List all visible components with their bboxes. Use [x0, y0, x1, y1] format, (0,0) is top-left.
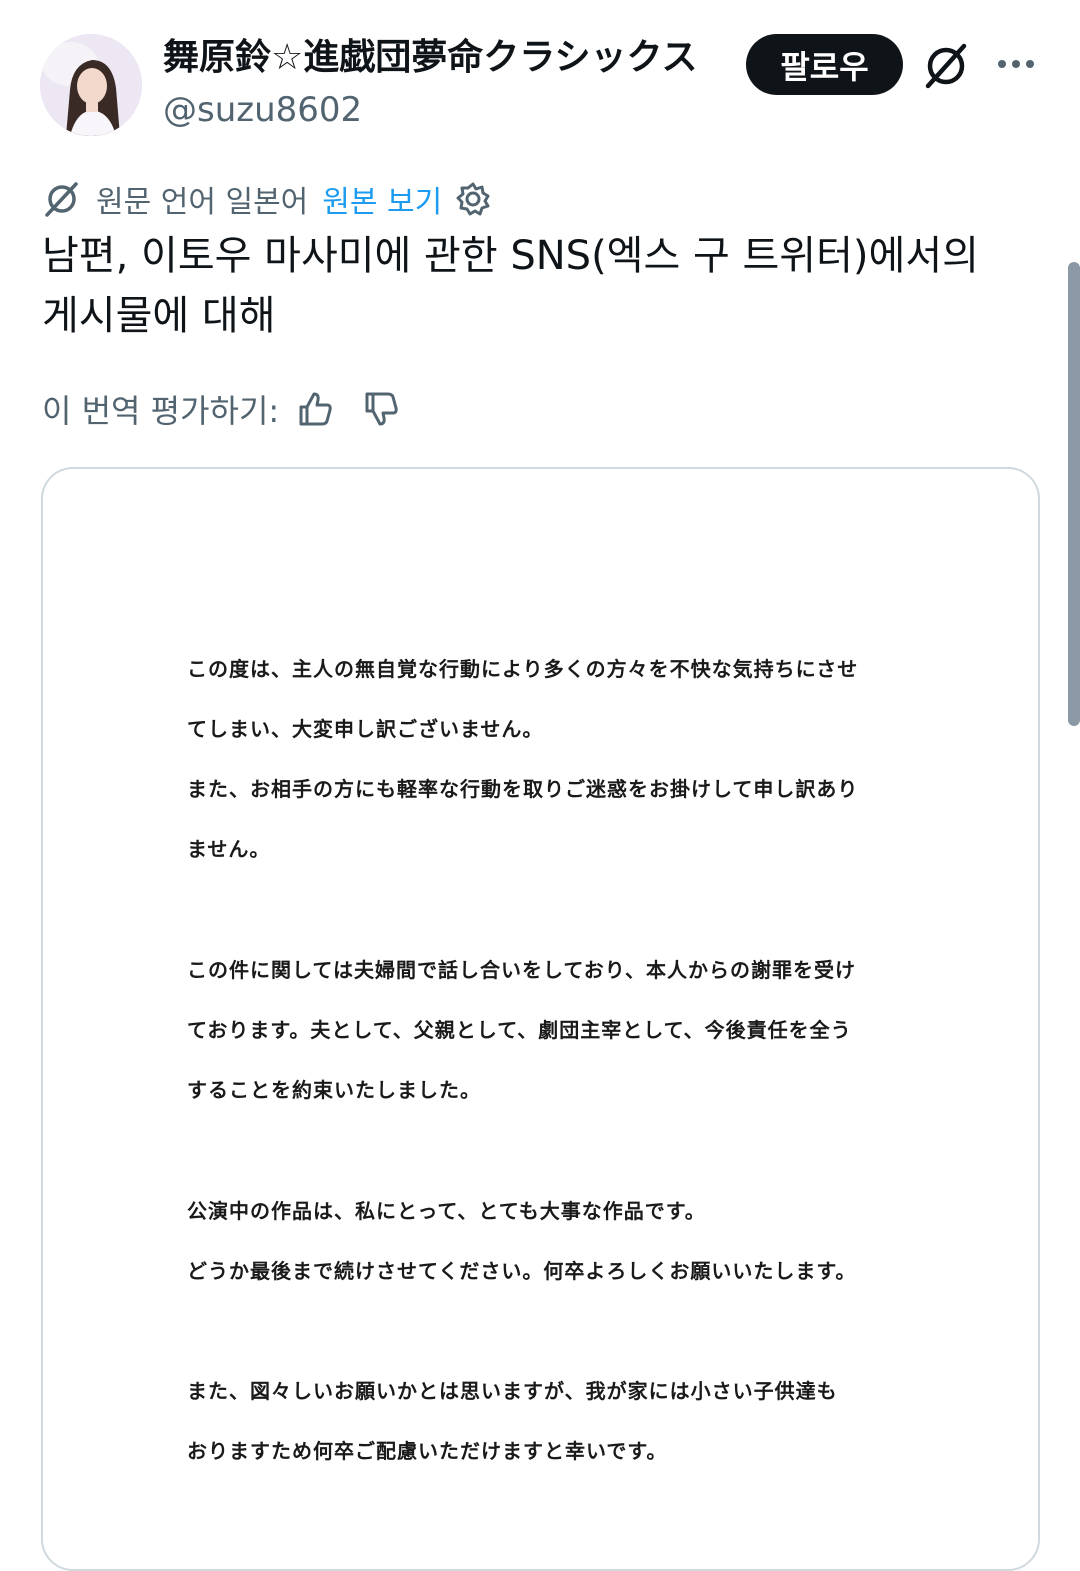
thumbs-down-icon[interactable]	[361, 389, 401, 429]
translation-bar: 원문 언어 일본어 원본 보기	[42, 174, 492, 224]
document-line: ております。夫として、父親として、劇団主宰として、今後責任を全う	[187, 1018, 852, 1042]
document-line: 公演中の作品は、私にとって、とても大事な作品です。	[187, 1199, 706, 1223]
tweet-text-line: 게시물에 대해	[42, 293, 276, 339]
scrollbar[interactable]	[1068, 262, 1080, 726]
document-line: することを約束いたしました。	[187, 1078, 481, 1102]
document-line: また、図々しいお願いかとは思いますが、我が家には小さい子供達も	[187, 1379, 838, 1403]
display-name[interactable]: 舞原鈴☆進戯団夢命クラシックス	[163, 34, 697, 82]
avatar[interactable]	[40, 34, 142, 136]
user-handle[interactable]: @suzu8602	[163, 88, 362, 132]
document-line: この件に関しては夫婦間で話し合いをしており、本人からの謝罪を受け	[187, 958, 856, 982]
tweet-text-line: 남편, 이토우 마사미에 관한 SNS(엑스 구 트위터)에서의	[42, 233, 979, 279]
source-language-label: 원문 언어 일본어	[96, 185, 309, 220]
document-line: どうか最後まで続けさせてください。何卒よろしくお願いいたします。	[187, 1259, 857, 1283]
translated-tweet-text: 남편, 이토우 마사미에 관한 SNS(엑스 구 트위터)에서의 게시물에 대해	[42, 226, 1032, 346]
document-line: てしまい、大変申し訳ございません。	[187, 717, 544, 741]
avatar-photo	[40, 34, 142, 136]
document-line: また、お相手の方にも軽率な行動を取りご迷惑をお掛けして申し訳あり	[187, 777, 859, 801]
grok-icon[interactable]	[920, 40, 972, 92]
rate-translation-label: 이 번역 평가하기:	[42, 392, 280, 430]
show-original-link[interactable]: 원본 보기	[322, 177, 442, 221]
thumbs-up-icon[interactable]	[295, 389, 335, 429]
document-line: ません。	[187, 837, 271, 861]
rate-translation-row: 이 번역 평가하기:	[42, 382, 401, 436]
attached-image-card[interactable]: この度は、主人の無自覚な行動により多くの方々を不快な気持ちにさせ てしまい、大変…	[41, 467, 1040, 1571]
gear-icon[interactable]	[454, 180, 492, 218]
follow-button[interactable]: 팔로우	[746, 34, 903, 95]
more-horizontal-icon[interactable]	[992, 46, 1040, 82]
document-line: おりますため何卒ご配慮いただけますと幸いです。	[187, 1439, 668, 1463]
grok-translate-icon	[45, 182, 78, 217]
document-line: この度は、主人の無自覚な行動により多くの方々を不快な気持ちにさせ	[187, 657, 859, 681]
